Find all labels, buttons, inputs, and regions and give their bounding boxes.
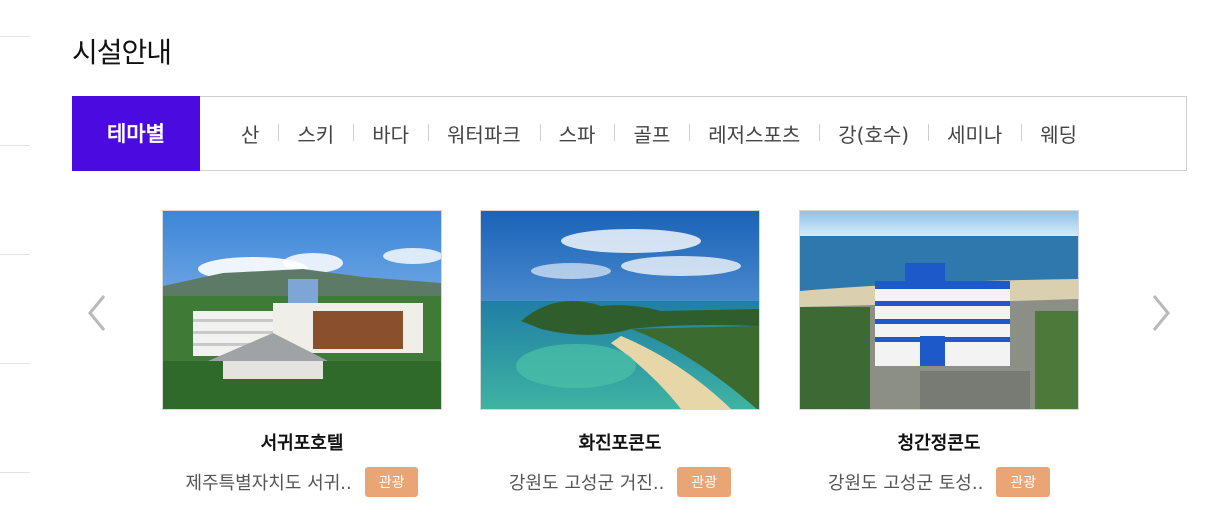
- tab-ski[interactable]: 스키: [278, 119, 353, 148]
- facility-meta: 강원도 고성군 토성.. 관광: [799, 467, 1079, 497]
- theme-tab-list: 산 스키 바다 워터파크 스파 골프 레저스포츠 강(호수) 세미나 웨딩: [222, 119, 1096, 148]
- tab-golf[interactable]: 골프: [614, 119, 689, 148]
- left-divider: [0, 472, 30, 473]
- facility-address: 제주특별자치도 서귀..: [185, 473, 352, 494]
- facility-photo[interactable]: [799, 210, 1079, 410]
- category-badge: 관광: [677, 467, 732, 497]
- page-title: 시설안내: [72, 36, 172, 69]
- left-divider: [0, 36, 30, 37]
- chevron-right-icon[interactable]: [1148, 292, 1174, 334]
- category-badge: 관광: [364, 467, 419, 497]
- facility-meta: 강원도 고성군 거진.. 관광: [480, 467, 760, 497]
- tab-spa[interactable]: 스파: [539, 119, 615, 148]
- theme-tab-bar: 테마별 산 스키 바다 워터파크 스파 골프 레저스포츠 강(호수) 세미나 웨…: [72, 95, 1187, 171]
- facility-address: 강원도 고성군 토성..: [827, 473, 984, 494]
- facility-name[interactable]: 서귀포호텔: [162, 429, 442, 455]
- facility-meta: 제주특별자치도 서귀.. 관광: [162, 467, 442, 497]
- left-divider: [0, 254, 30, 255]
- tab-leisure-sports[interactable]: 레저스포츠: [689, 119, 819, 148]
- left-divider: [0, 145, 30, 146]
- tab-waterpark[interactable]: 워터파크: [428, 119, 540, 148]
- category-badge: 관광: [996, 467, 1051, 497]
- facility-card[interactable]: 화진포콘도 강원도 고성군 거진.. 관광: [480, 210, 760, 497]
- facility-card[interactable]: 청간정콘도 강원도 고성군 토성.. 관광: [799, 210, 1079, 497]
- facility-photo[interactable]: [480, 210, 760, 410]
- tab-theme-active[interactable]: 테마별: [72, 95, 200, 171]
- facility-address: 강원도 고성군 거진..: [508, 473, 665, 494]
- facility-name[interactable]: 화진포콘도: [480, 429, 760, 455]
- tab-wedding[interactable]: 웨딩: [1021, 119, 1096, 148]
- tab-sea[interactable]: 바다: [353, 119, 428, 148]
- facility-name[interactable]: 청간정콘도: [799, 429, 1079, 455]
- tab-river-lake[interactable]: 강(호수): [819, 119, 928, 148]
- tab-mountain[interactable]: 산: [222, 119, 278, 148]
- left-divider: [0, 363, 30, 364]
- facility-card[interactable]: 서귀포호텔 제주특별자치도 서귀.. 관광: [162, 210, 442, 497]
- tab-seminar[interactable]: 세미나: [928, 119, 1021, 148]
- chevron-left-icon[interactable]: [84, 292, 110, 334]
- facility-photo[interactable]: [162, 210, 442, 410]
